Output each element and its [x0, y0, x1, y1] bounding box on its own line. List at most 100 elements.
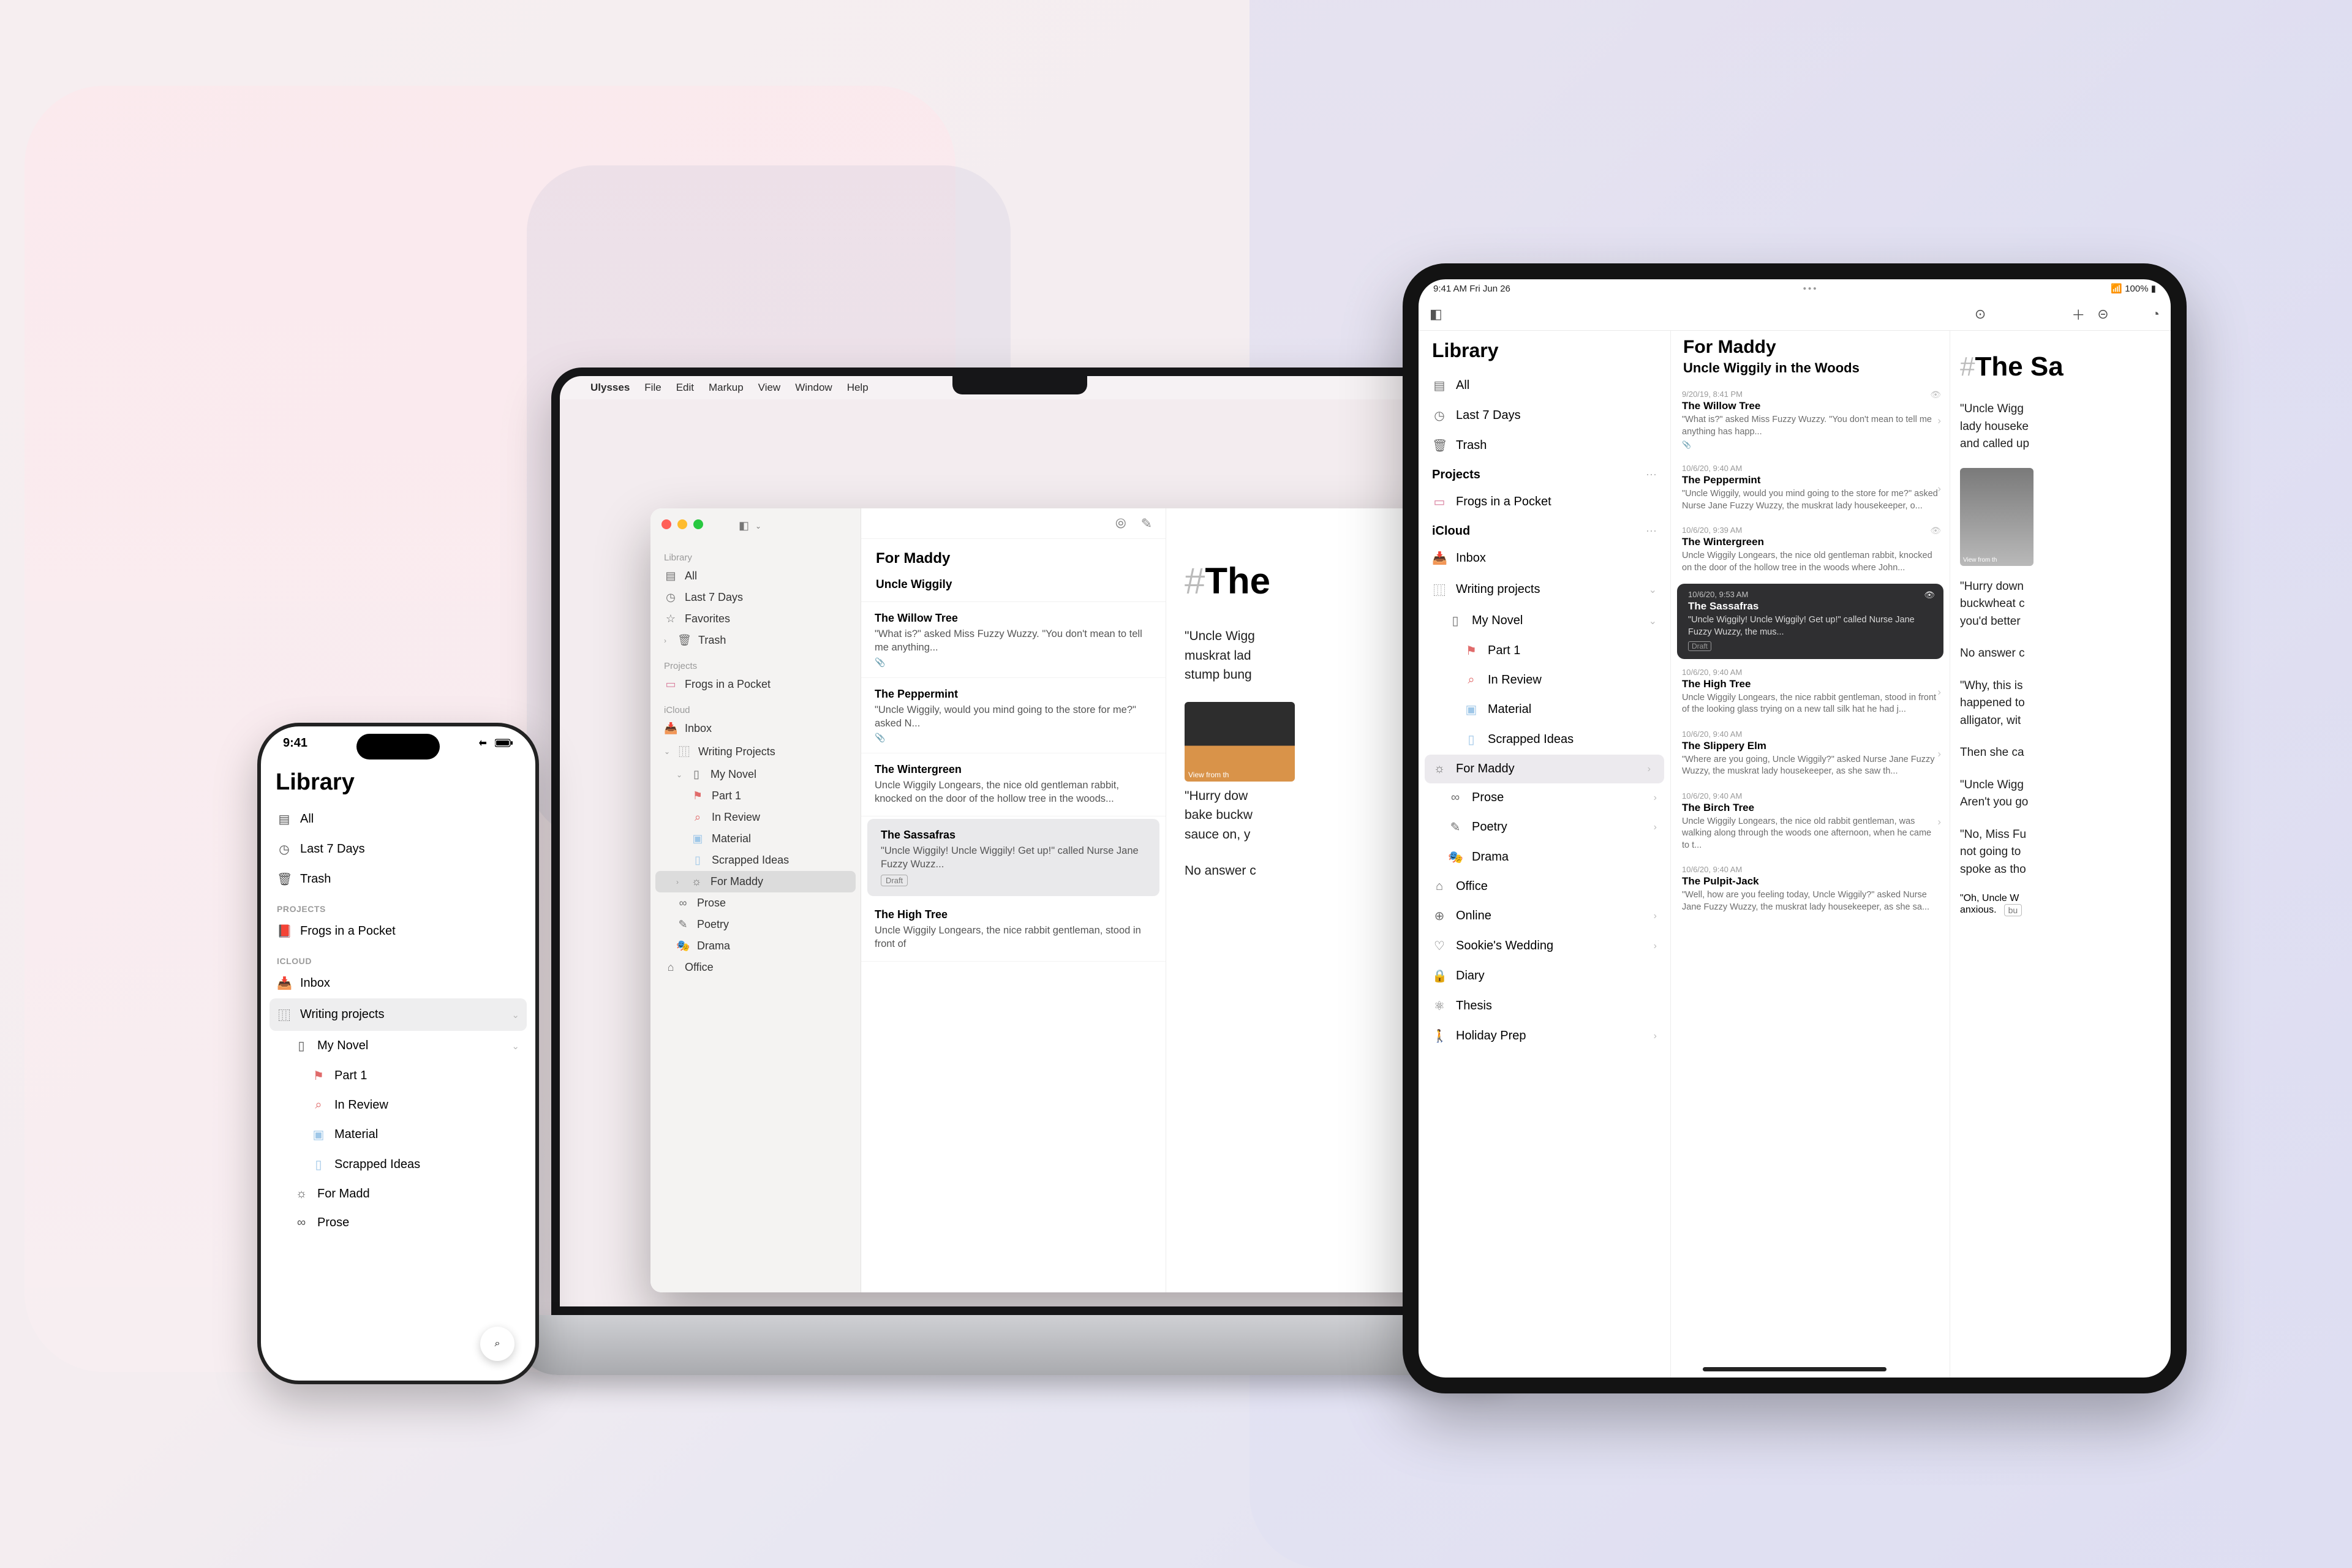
filter-last7[interactable]: ◷Last 7 Days [1419, 401, 1670, 431]
book-icon: ▭ [1432, 494, 1447, 510]
in-review[interactable]: ⌕In Review [655, 807, 856, 828]
project-frogs[interactable]: ▭Frogs in a Pocket [655, 674, 856, 695]
prose[interactable]: ∞Prose [270, 1208, 527, 1237]
preview-icon[interactable]: ⦾ [1115, 516, 1126, 532]
menu-view[interactable]: View [758, 382, 781, 394]
window-controls[interactable] [662, 519, 703, 529]
drama[interactable]: 🎭Drama [1419, 842, 1670, 872]
inbox[interactable]: 📥Inbox [1419, 543, 1670, 573]
poetry[interactable]: ✎Poetry [655, 914, 856, 935]
drama[interactable]: 🎭Drama [655, 935, 856, 957]
list-item[interactable]: The Willow Tree "What is?" asked Miss Fu… [861, 602, 1166, 678]
menu-markup[interactable]: Markup [709, 382, 744, 394]
for-maddy[interactable]: ›☼For Maddy [655, 871, 856, 892]
sidebar-toggle-icon[interactable]: ◧ [1430, 306, 1442, 322]
for-maddy[interactable]: ☼For Madd [270, 1180, 527, 1208]
infinity-icon: ∞ [294, 1216, 309, 1230]
menu-file[interactable]: File [644, 382, 661, 394]
page-icon: ▯ [1464, 732, 1479, 747]
list-item-selected[interactable]: 10/6/20, 9:53 AM The Sassafras "Uncle Wi… [1677, 584, 1943, 658]
more-icon[interactable]: ⊝ [2097, 306, 2108, 322]
sidebar-toggle[interactable]: ◧⌄ [739, 519, 761, 532]
in-review[interactable]: ⌕In Review [1419, 666, 1670, 695]
scrapped[interactable]: ▯Scrapped Ideas [655, 850, 856, 871]
editor-image[interactable]: View from th [1185, 702, 1295, 782]
list-item-selected[interactable]: The Sassafras "Uncle Wiggily! Uncle Wigg… [867, 819, 1159, 897]
inline-tag[interactable]: bu [2004, 904, 2022, 916]
zoom-button[interactable] [693, 519, 703, 529]
menu-window[interactable]: Window [795, 382, 832, 394]
material[interactable]: ▣Material [1419, 695, 1670, 725]
part1[interactable]: ⚑Part 1 [1419, 636, 1670, 666]
project-frogs[interactable]: 📕Frogs in a Pocket [270, 916, 527, 946]
filter-all[interactable]: ▤All [655, 565, 856, 587]
flag-icon: ⚑ [311, 1068, 326, 1084]
search-button[interactable]: ⌕ [480, 1327, 514, 1361]
menu-help[interactable]: Help [847, 382, 869, 394]
more-icon[interactable]: ⋯ [1646, 469, 1657, 481]
list-item[interactable]: 10/6/20, 9:40 AM The Slippery Elm "Where… [1671, 723, 1950, 785]
list-item[interactable]: The High Tree Uncle Wiggily Longears, th… [861, 899, 1166, 962]
diary[interactable]: 🔒Diary [1419, 961, 1670, 991]
menu-ulysses[interactable]: Ulysses [590, 382, 630, 394]
for-maddy[interactable]: ☼For Maddy› [1425, 755, 1664, 783]
filter-last7[interactable]: ◷Last 7 Days [270, 834, 527, 864]
more-icon[interactable]: ⋯ [1646, 525, 1657, 538]
chevron-down-icon: ⌄ [1649, 584, 1657, 596]
office[interactable]: ⌂Office [655, 957, 856, 978]
in-review[interactable]: ⌕In Review [270, 1091, 527, 1120]
writing-projects[interactable]: ⿲Writing projects⌄ [1419, 573, 1670, 606]
multitask-dots[interactable]: ••• [1803, 284, 1819, 294]
list-item[interactable]: 10/6/20, 9:39 AM The Wintergreen Uncle W… [1671, 519, 1950, 581]
my-novel[interactable]: ⌄▯My Novel [655, 764, 856, 785]
my-novel[interactable]: ▯My Novel⌄ [1419, 606, 1670, 636]
scrapped[interactable]: ▯Scrapped Ideas [1419, 725, 1670, 755]
material[interactable]: ▣Material [655, 828, 856, 850]
material[interactable]: ▣Material [270, 1120, 527, 1150]
sookies-wedding[interactable]: ♡Sookie's Wedding› [1419, 931, 1670, 961]
inbox[interactable]: 📥Inbox [270, 968, 527, 998]
writing-projects[interactable]: ⿲Writing projects⌄ [270, 998, 527, 1031]
list-item[interactable]: 10/6/20, 9:40 AM The Peppermint "Uncle W… [1671, 458, 1950, 519]
add-icon[interactable]: ＋ [2071, 304, 2085, 324]
my-novel[interactable]: ▯My Novel⌄ [270, 1031, 527, 1061]
writing-projects[interactable]: ⌄⿲Writing Projects [655, 739, 856, 764]
compose-icon[interactable]: ✎ [1141, 516, 1152, 532]
inbox[interactable]: 📥Inbox [655, 718, 856, 739]
list-item[interactable]: 10/6/20, 9:40 AM The Pulpit-Jack "Well, … [1671, 859, 1950, 921]
chevron-right-icon: › [1654, 911, 1657, 922]
filter-favorites[interactable]: ☆Favorites [655, 608, 856, 630]
part1[interactable]: ⚑Part 1 [270, 1061, 527, 1091]
list-item[interactable]: The Peppermint "Uncle Wiggily, would you… [861, 678, 1166, 754]
minimize-button[interactable] [677, 519, 687, 529]
poetry[interactable]: ✎Poetry› [1419, 812, 1670, 842]
ipad-home-indicator[interactable] [1703, 1367, 1887, 1371]
project-frogs[interactable]: ▭Frogs in a Pocket [1419, 487, 1670, 517]
menu-edit[interactable]: Edit [676, 382, 694, 394]
filter-all[interactable]: ▤All [270, 804, 527, 834]
filter-all[interactable]: ▤All [1419, 371, 1670, 401]
list-item[interactable]: 10/6/20, 9:40 AM The High Tree Uncle Wig… [1671, 662, 1950, 723]
editor-image[interactable]: View from th [1960, 468, 2034, 566]
online[interactable]: ⊕Online› [1419, 901, 1670, 931]
scrapped[interactable]: ▯Scrapped Ideas [270, 1150, 527, 1180]
filter-trash[interactable]: 🗑Trash [270, 864, 527, 894]
part1[interactable]: ⚑Part 1 [655, 785, 856, 807]
history-icon[interactable]: ◔ [2152, 306, 2160, 322]
play-icon[interactable]: ⊙ [1975, 306, 1986, 322]
office[interactable]: ⌂Office [1419, 872, 1670, 901]
holiday-prep[interactable]: 🚶Holiday Prep› [1419, 1021, 1670, 1051]
filter-trash[interactable]: ›🗑Trash [655, 630, 856, 651]
globe-icon: ⊕ [1432, 908, 1447, 924]
close-button[interactable] [662, 519, 671, 529]
list-item[interactable]: 9/20/19, 8:41 PM The Willow Tree "What i… [1671, 383, 1950, 458]
ipad-editor[interactable]: #The Sa "Uncle Wigglady housekeand calle… [1950, 331, 2171, 1378]
thesis[interactable]: ⚛Thesis [1419, 991, 1670, 1021]
list-item[interactable]: The Wintergreen Uncle Wiggily Longears, … [861, 753, 1166, 816]
filter-last7[interactable]: ◷Last 7 Days [655, 587, 856, 608]
inbox-icon: 📥 [664, 722, 677, 735]
prose[interactable]: ∞Prose [655, 892, 856, 914]
list-item[interactable]: 10/6/20, 9:40 AM The Birch Tree Uncle Wi… [1671, 785, 1950, 859]
prose[interactable]: ∞Prose› [1419, 783, 1670, 812]
filter-trash[interactable]: 🗑Trash [1419, 431, 1670, 461]
